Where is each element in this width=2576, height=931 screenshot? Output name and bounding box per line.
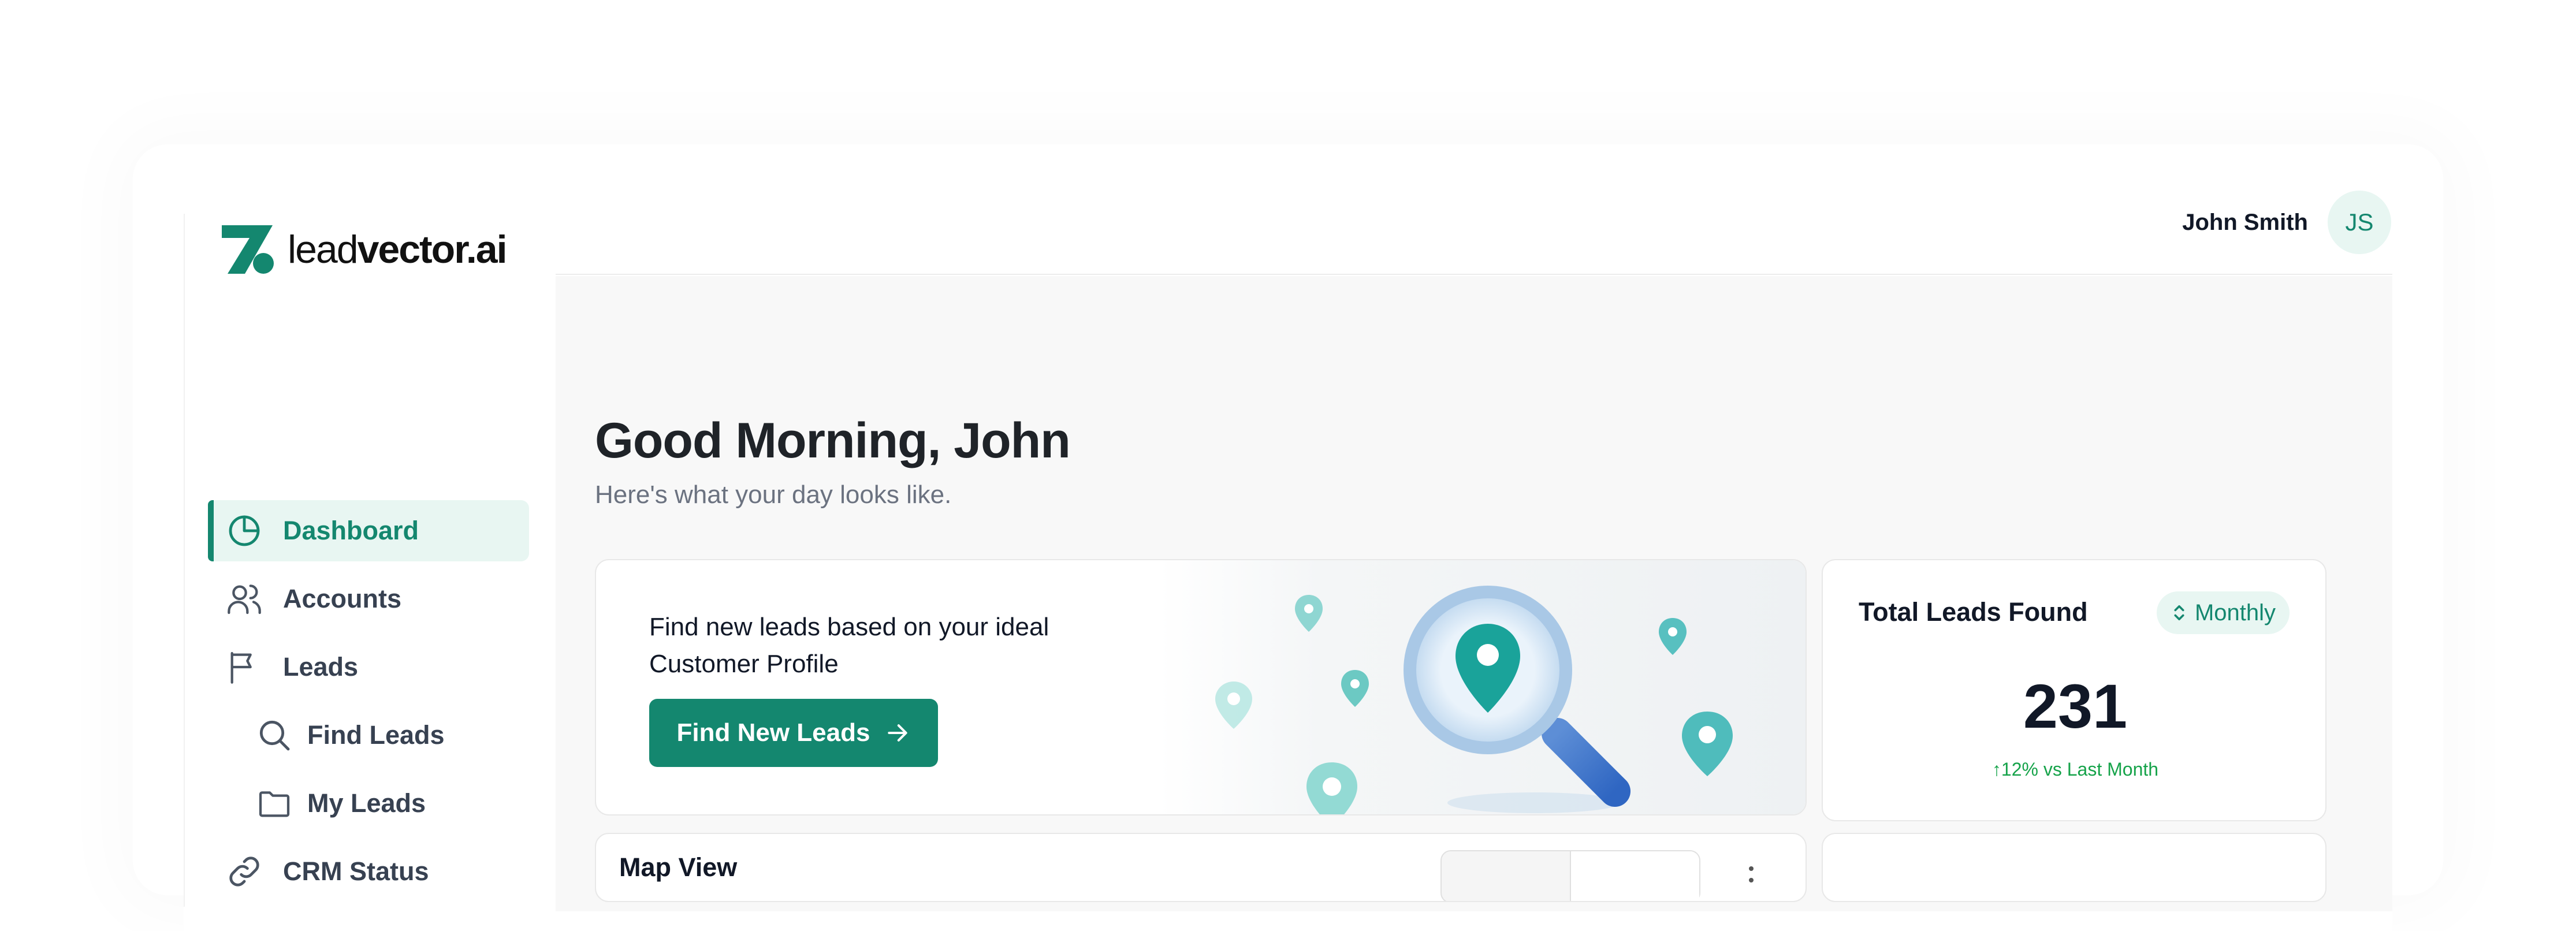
brand-name-bold: vector.ai <box>357 228 508 271</box>
map-view-toggle[interactable] <box>1440 850 1700 901</box>
arrow-right-icon <box>888 724 908 742</box>
page-subtitle: Here's what your day looks like. <box>595 481 952 509</box>
brand-wordmark: leadvector.ai <box>288 227 508 272</box>
link-icon <box>225 852 263 891</box>
folder-icon <box>255 784 293 822</box>
period-selector-label: Monthly <box>2194 599 2276 625</box>
total-leads-delta-text: 12% vs Last Month <box>2001 759 2159 780</box>
sidebar-item-label: Find Leads <box>307 720 445 750</box>
sidebar-item-my-leads[interactable]: My Leads <box>208 773 529 834</box>
sidebar-item-label: Leads <box>283 652 359 682</box>
find-new-leads-button[interactable]: Find New Leads <box>649 699 938 767</box>
map-toggle-option-leads[interactable] <box>1571 851 1699 901</box>
sidebar-item-dashboard[interactable]: Dashboard <box>208 500 529 561</box>
brand-logo[interactable]: leadvector.ai <box>222 225 508 274</box>
search-icon <box>255 716 293 754</box>
sidebar-border <box>184 214 185 907</box>
find-leads-text: Find new leads based on your ideal Custo… <box>649 613 1049 678</box>
arrow-up-icon: ↑ <box>1991 759 2001 780</box>
map-view-title: Map View <box>619 852 738 882</box>
sidebar-item-label: Accounts <box>283 584 402 613</box>
period-selector[interactable]: Monthly <box>2156 591 2290 634</box>
pie-chart-icon <box>225 512 263 550</box>
flag-icon <box>225 648 263 686</box>
chevron-up-down-icon <box>2174 605 2184 621</box>
sidebar-item-crm-status[interactable]: CRM Status <box>208 841 529 902</box>
total-leads-value: 231 <box>2023 671 2128 741</box>
sidebar-nav: Dashboard Accounts Leads Find Leads My L… <box>208 500 529 909</box>
find-new-leads-label: Find New Leads <box>676 718 870 747</box>
user-name: John Smith <box>2182 209 2308 235</box>
map-toggle-option-accounts[interactable] <box>1442 851 1571 901</box>
map-search-illustration <box>1159 560 1806 814</box>
total-leads-delta: ↑12% vs Last Month <box>1823 759 2325 780</box>
sidebar-item-label: Dashboard <box>283 516 419 545</box>
page-title: Good Morning, John <box>595 413 1071 468</box>
side-card <box>1822 833 2326 902</box>
brand-name-light: lead <box>288 228 359 271</box>
sidebar-item-label: CRM Status <box>283 856 429 886</box>
sidebar-item-accounts[interactable]: Accounts <box>208 568 529 630</box>
find-leads-card: Find new leads based on your ideal Custo… <box>595 559 1807 815</box>
total-leads-title: Total Leads Found <box>1859 597 2088 627</box>
avatar[interactable]: JS <box>2328 191 2391 254</box>
user-menu[interactable]: John Smith JS <box>2182 191 2391 254</box>
sidebar-item-label: My Leads <box>307 788 426 818</box>
sidebar-item-leads[interactable]: Leads <box>208 636 529 698</box>
map-view-card: Map View <box>595 833 1807 902</box>
total-leads-card: Total Leads Found Monthly 231 ↑12% vs La… <box>1822 559 2326 821</box>
users-icon <box>225 580 263 618</box>
more-options-icon[interactable] <box>1745 866 1757 901</box>
leadvector-logo-icon <box>222 225 274 274</box>
top-bar <box>556 180 2392 275</box>
sidebar-item-find-leads[interactable]: Find Leads <box>208 705 529 766</box>
